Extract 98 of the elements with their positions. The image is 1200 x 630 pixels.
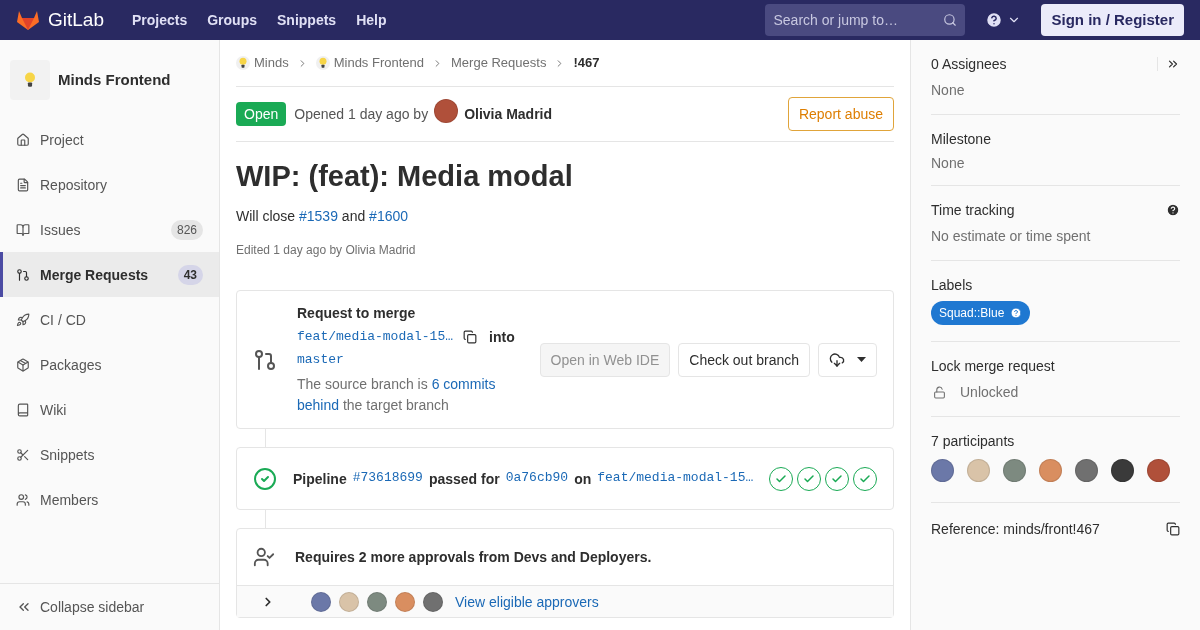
book-icon — [16, 402, 30, 417]
pipeline-link[interactable]: #73618699 — [352, 469, 423, 489]
fox-logo-icon[interactable] — [16, 9, 40, 31]
description-text: Will close #1539 and #1600 — [236, 207, 410, 227]
participants-label: 7 participants — [931, 432, 1016, 451]
label-tag[interactable]: Squad::Blue — [931, 301, 1031, 325]
download-dropdown-button[interactable] — [818, 342, 877, 377]
merge-request-icon — [253, 347, 277, 372]
file-icon — [16, 177, 30, 192]
home-icon — [16, 132, 30, 147]
pipeline-text: on — [574, 469, 592, 489]
commits-behind-link[interactable]: behind — [297, 397, 340, 414]
unlocked-padlock-icon — [933, 385, 946, 399]
count-badge: 43 — [177, 264, 203, 285]
rocket-icon — [16, 312, 30, 327]
milestone-value: None — [931, 154, 966, 173]
help-icon[interactable] — [1166, 203, 1180, 217]
reference-text: Reference: minds/front!467 — [931, 520, 1101, 539]
search-field[interactable]: Search or jump to… — [765, 4, 966, 36]
merge-request-title: WIP: (feat): Media modal — [236, 159, 574, 194]
breadcrumb-link[interactable]: Merge Requests — [451, 53, 547, 73]
sidebar-item[interactable]: Repository — [0, 162, 219, 207]
avatar[interactable] — [423, 591, 443, 612]
sidebar-item[interactable]: CI / CD — [0, 297, 219, 342]
merge-request-icon — [16, 267, 30, 282]
collapse-sidebar-button[interactable]: Collapse sidebar — [0, 583, 219, 630]
avatar[interactable] — [434, 98, 459, 123]
sidebar-item[interactable]: Merge Requests 43 — [0, 252, 219, 297]
sidebar-item[interactable]: Snippets — [0, 432, 219, 477]
copy-icon[interactable] — [463, 330, 478, 345]
sidebar-label: Packages — [40, 355, 103, 375]
copy-icon[interactable] — [1166, 522, 1180, 536]
count-badge: 826 — [170, 219, 203, 240]
source-branch-link[interactable]: feat/media-modal-15… — [297, 328, 454, 347]
sidebar-label: Issues — [40, 220, 82, 240]
double-chevron-right-icon[interactable] — [1166, 57, 1180, 71]
sidebar-label: Repository — [40, 175, 108, 195]
checkout-branch-button[interactable]: Check out branch — [678, 342, 810, 377]
milestone-label: Milestone — [931, 130, 992, 149]
check-circle-icon — [253, 466, 277, 491]
behind-text: The source branch is 6 commits behind the target branch — [297, 375, 497, 416]
sidebar-label: Project — [40, 130, 85, 150]
help-icon — [985, 11, 1004, 29]
avatar[interactable] — [1111, 459, 1134, 482]
sidebar-label: Snippets — [40, 445, 96, 465]
time-tracking-value: No estimate or time spent — [931, 227, 1092, 246]
lock-value: Unlocked — [960, 383, 1019, 402]
author-link[interactable]: Olivia Madrid — [464, 104, 553, 124]
sidebar-item[interactable]: Project — [0, 117, 219, 162]
commits-behind-link[interactable]: 6 commits — [431, 376, 496, 393]
user-check-icon — [253, 546, 275, 569]
widget-title: Request to merge — [297, 304, 417, 324]
brand-name[interactable]: GitLab — [48, 5, 104, 35]
labels-label: Labels — [931, 276, 974, 295]
search-icon — [943, 13, 958, 27]
sidebar-label: Members — [40, 490, 100, 510]
lock-label: Lock merge request — [931, 357, 1056, 376]
sidebar-item[interactable]: Issues 826 — [0, 207, 219, 252]
target-branch-link[interactable]: master — [297, 351, 527, 371]
pipeline-link[interactable]: feat/media-modal-15… — [597, 469, 754, 489]
edited-text: Edited 1 day ago by Olivia Madrid — [236, 242, 417, 259]
sign-in-button[interactable]: Sign in / Register — [1041, 4, 1184, 36]
sidebar-item[interactable]: Members — [0, 477, 219, 522]
assignees-label: 0 Assignees — [931, 55, 1008, 74]
breadcrumb-link[interactable]: Minds Frontend — [333, 53, 424, 73]
avatar[interactable] — [1075, 459, 1098, 482]
project-name[interactable]: Minds Frontend — [58, 68, 171, 92]
assignees-value: None — [931, 81, 966, 100]
pipeline-text: passed for — [428, 469, 500, 489]
caret-icon — [857, 357, 866, 363]
breadcrumb-link[interactable]: Minds — [254, 53, 289, 73]
view-approvers-link[interactable]: View eligible approvers — [455, 591, 599, 612]
sidebar-label: CI / CD — [40, 310, 87, 330]
issue-link[interactable]: #1600 — [369, 208, 409, 225]
opened-text: Opened 1 day ago by — [294, 105, 429, 124]
nav-link[interactable]: Help — [356, 10, 387, 30]
sidebar-item[interactable]: Wiki — [0, 387, 219, 432]
time-tracking-label: Time tracking — [931, 201, 1016, 220]
package-icon — [16, 357, 30, 372]
breadcrumb-link[interactable]: !467 — [573, 53, 600, 73]
help-icon — [1010, 307, 1023, 319]
into-text: into — [489, 328, 515, 348]
pipeline-text: Pipeline — [293, 469, 347, 489]
status-badge: Open — [236, 102, 287, 126]
avatar[interactable] — [1147, 459, 1170, 482]
approvals-message: Requires 2 more approvals from Devs and Deployers. — [295, 548, 652, 568]
users-icon — [16, 492, 30, 507]
sidebar-item[interactable]: Packages — [0, 342, 219, 387]
pipeline-link[interactable]: 0a76cb90 — [505, 469, 569, 489]
sidebar-label: Wiki — [40, 400, 68, 420]
nav-link[interactable]: Projects — [132, 10, 188, 30]
nav-link[interactable]: Snippets — [277, 10, 337, 30]
nav-link[interactable]: Groups — [207, 10, 257, 30]
scissors-icon — [16, 447, 30, 462]
cloud-download-icon — [829, 351, 845, 368]
issue-link[interactable]: #1539 — [299, 208, 338, 225]
sidebar-label: Merge Requests — [40, 265, 150, 285]
book-icon — [16, 222, 30, 237]
